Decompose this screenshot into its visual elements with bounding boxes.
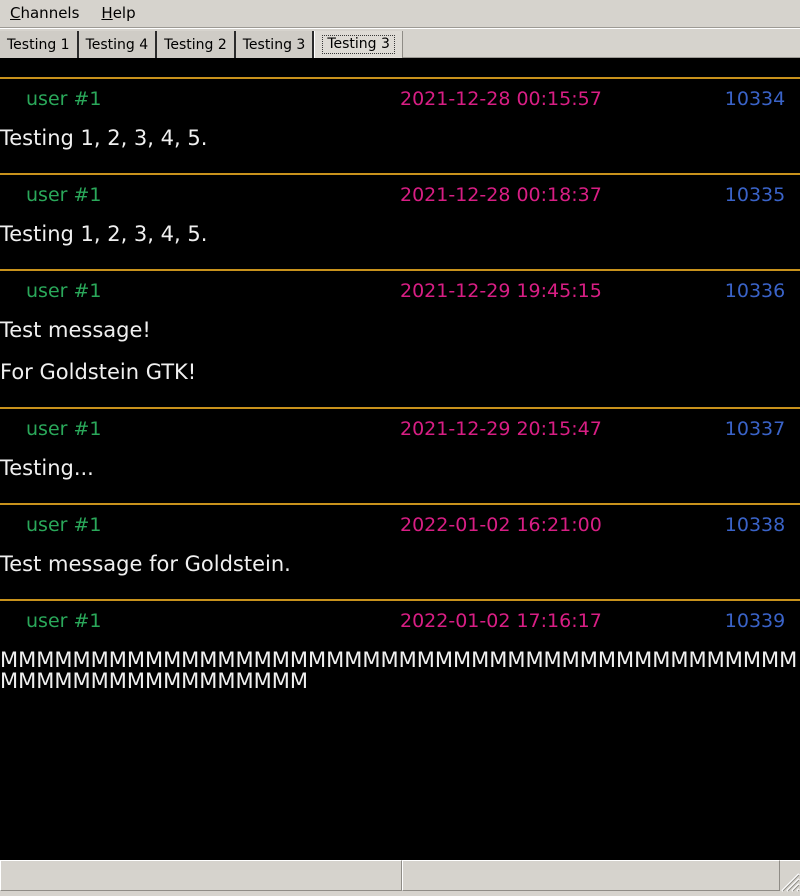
message-header: user #1 2022-01-02 16:21:00 10338 bbox=[0, 505, 800, 545]
message-author: user #1 bbox=[26, 88, 102, 110]
tab-testing-3[interactable]: Testing 3 bbox=[235, 31, 315, 58]
tab-label: Testing 1 bbox=[7, 36, 70, 53]
application-window: Channels Help Testing 1 Testing 4 Testin… bbox=[0, 0, 800, 892]
message-row: user #1 2022-01-02 17:16:17 10339 MMMMMM… bbox=[0, 599, 800, 716]
message-timestamp: 2021-12-28 00:15:57 bbox=[400, 88, 602, 110]
tab-testing-4[interactable]: Testing 4 bbox=[78, 31, 158, 58]
message-body: Test message for Goldstein. bbox=[0, 545, 800, 599]
message-body: Test message! For Goldstein GTK! bbox=[0, 311, 800, 407]
menu-channels-label: hannels bbox=[20, 4, 80, 22]
message-list-top-spacer bbox=[0, 59, 800, 77]
message-row: user #1 2021-12-29 20:15:47 10337 Testin… bbox=[0, 407, 800, 503]
tab-label: Testing 3 bbox=[322, 34, 395, 55]
message-id: 10336 bbox=[724, 280, 786, 302]
message-timestamp: 2022-01-02 17:16:17 bbox=[400, 610, 602, 632]
tab-label: Testing 3 bbox=[242, 36, 306, 53]
message-line: For Goldstein GTK! bbox=[0, 360, 197, 384]
resize-grip-icon bbox=[781, 873, 800, 892]
message-line: Test message for Goldstein. bbox=[0, 552, 291, 576]
menu-help-label: elp bbox=[112, 4, 136, 22]
message-body: Testing... bbox=[0, 449, 800, 503]
message-line: Testing 1, 2, 3, 4, 5. bbox=[0, 126, 208, 150]
message-line: MMMMMMMMMMMMMMMMMMMMMMMMMMMMMMMMMMMMMMMM… bbox=[0, 648, 798, 693]
message-id: 10339 bbox=[724, 610, 786, 632]
message-row: user #1 2021-12-29 19:45:15 10336 Test m… bbox=[0, 269, 800, 407]
message-id: 10334 bbox=[724, 88, 786, 110]
message-header: user #1 2021-12-29 19:45:15 10336 bbox=[0, 271, 800, 311]
tab-label: Testing 2 bbox=[164, 36, 227, 53]
message-line: Testing... bbox=[0, 456, 94, 480]
message-timestamp: 2021-12-29 19:45:15 bbox=[400, 280, 602, 302]
tab-testing-2[interactable]: Testing 2 bbox=[157, 31, 236, 58]
message-timestamp: 2021-12-29 20:15:47 bbox=[400, 418, 602, 440]
message-timestamp: 2021-12-28 00:18:37 bbox=[400, 184, 602, 206]
resize-grip[interactable] bbox=[780, 860, 800, 892]
message-author: user #1 bbox=[26, 280, 102, 302]
message-list[interactable]: user #1 2021-12-28 00:15:57 10334 Testin… bbox=[0, 58, 800, 858]
tab-testing-1[interactable]: Testing 1 bbox=[0, 31, 79, 58]
message-author: user #1 bbox=[26, 610, 102, 632]
message-header: user #1 2021-12-28 00:18:37 10335 bbox=[0, 175, 800, 215]
message-row: user #1 2021-12-28 00:18:37 10335 Testin… bbox=[0, 173, 800, 269]
message-id: 10337 bbox=[724, 418, 786, 440]
message-id: 10338 bbox=[724, 514, 786, 536]
menu-item-channels[interactable]: Channels bbox=[8, 4, 89, 23]
message-author: user #1 bbox=[26, 514, 102, 536]
status-panel-left bbox=[0, 860, 402, 891]
message-line: Testing 1, 2, 3, 4, 5. bbox=[0, 222, 208, 246]
message-timestamp: 2022-01-02 16:21:00 bbox=[400, 514, 602, 536]
message-header: user #1 2021-12-29 20:15:47 10337 bbox=[0, 409, 800, 449]
status-bar bbox=[0, 858, 800, 892]
message-row: user #1 2022-01-02 16:21:00 10338 Test m… bbox=[0, 503, 800, 599]
tab-testing-3-selected[interactable]: Testing 3 bbox=[314, 31, 403, 58]
status-panel-right bbox=[402, 860, 780, 891]
menu-help-mnemonic: H bbox=[101, 4, 113, 22]
menu-bar: Channels Help bbox=[0, 0, 800, 28]
message-body: Testing 1, 2, 3, 4, 5. bbox=[0, 215, 800, 269]
message-body: MMMMMMMMMMMMMMMMMMMMMMMMMMMMMMMMMMMMMMMM… bbox=[0, 641, 800, 716]
message-header: user #1 2021-12-28 00:15:57 10334 bbox=[0, 79, 800, 119]
menu-item-help[interactable]: Help bbox=[99, 4, 145, 23]
tab-label: Testing 4 bbox=[85, 36, 149, 53]
message-id: 10335 bbox=[724, 184, 786, 206]
message-line: Test message! bbox=[0, 318, 151, 342]
message-author: user #1 bbox=[26, 418, 102, 440]
channel-tab-bar: Testing 1 Testing 4 Testing 2 Testing 3 … bbox=[0, 28, 800, 58]
menu-channels-mnemonic: C bbox=[10, 4, 21, 22]
message-author: user #1 bbox=[26, 184, 102, 206]
message-row: user #1 2021-12-28 00:15:57 10334 Testin… bbox=[0, 77, 800, 173]
message-body: Testing 1, 2, 3, 4, 5. bbox=[0, 119, 800, 173]
message-header: user #1 2022-01-02 17:16:17 10339 bbox=[0, 601, 800, 641]
